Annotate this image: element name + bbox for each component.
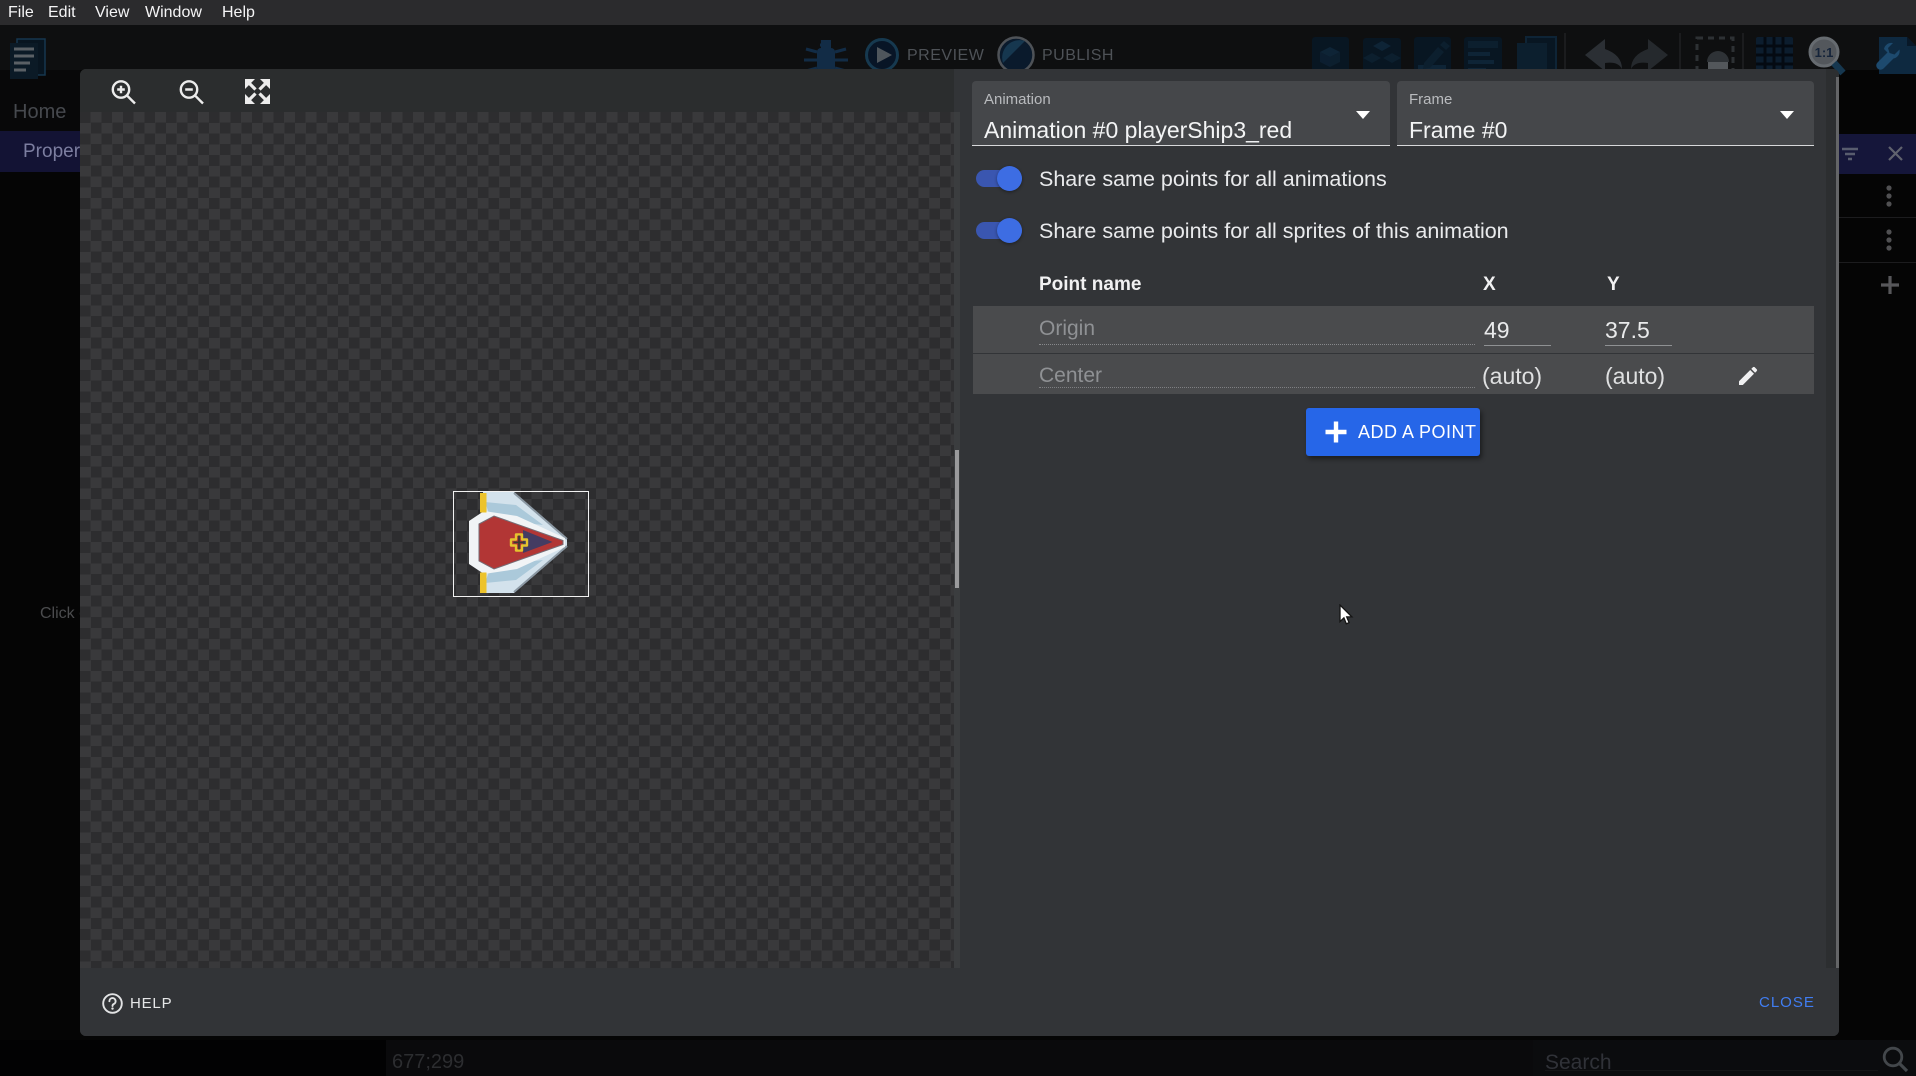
svg-text:1:1: 1:1 (1815, 45, 1834, 60)
